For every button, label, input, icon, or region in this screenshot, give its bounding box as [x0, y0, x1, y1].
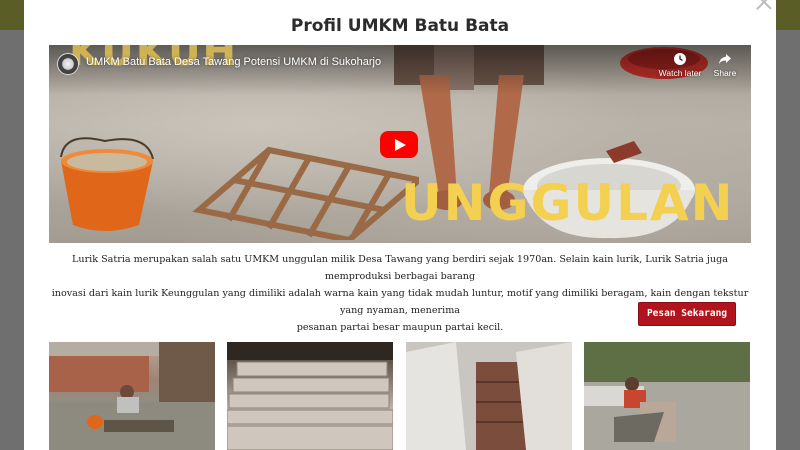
brick-piece-image [606, 141, 642, 163]
gallery-image-3[interactable] [406, 342, 572, 450]
share-button[interactable]: Share [703, 52, 747, 78]
page-header-strip-left [0, 0, 24, 30]
clock-icon [674, 53, 686, 65]
description-line-1: Lurik Satria merupakan salah satu UMKM u… [72, 254, 728, 282]
profile-modal: Profil UMKM Batu Bata KUKUH UNGGULAN UMK… [24, 0, 776, 450]
channel-logo[interactable] [57, 53, 79, 75]
close-icon[interactable] [754, 0, 774, 12]
gallery-photo-2 [227, 342, 393, 450]
watch-later-button[interactable]: Watch later [658, 52, 702, 78]
gallery-photo-3 [406, 342, 572, 450]
gallery-photo-4 [584, 342, 750, 450]
gallery-photo-1 [49, 342, 215, 450]
page-header-strip-right [776, 0, 800, 30]
gallery-image-4[interactable] [584, 342, 750, 450]
video-title[interactable]: UMKM Batu Bata Desa Tawang Potensi UMKM … [86, 56, 381, 68]
watch-later-label: Watch later [658, 68, 702, 78]
video-overlay-text: UNGGULAN [401, 174, 735, 232]
modal-title: Profil UMKM Batu Bata [290, 16, 510, 36]
video-player[interactable]: KUKUH UNGGULAN UMKM Batu Bata Desa Tawan… [49, 45, 751, 243]
order-now-button[interactable]: Pesan Sekarang >> [638, 302, 736, 341]
share-icon [719, 54, 731, 64]
share-label: Share [713, 68, 737, 78]
gallery-image-1[interactable] [49, 342, 215, 450]
play-icon[interactable] [380, 131, 418, 158]
orange-bucket-image [60, 137, 154, 231]
gallery-image-2[interactable] [227, 342, 393, 450]
